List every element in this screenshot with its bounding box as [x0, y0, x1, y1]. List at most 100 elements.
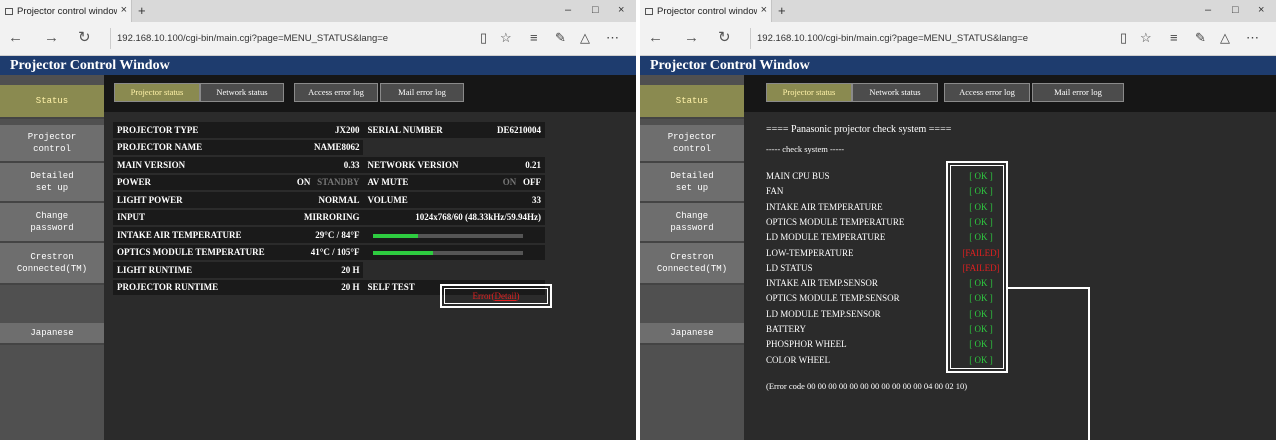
projector-name-label: PROJECTOR NAME: [113, 138, 286, 157]
back-icon[interactable]: ←: [8, 29, 23, 47]
self-test-highlight: Error(Detail): [440, 284, 552, 308]
self-test-detail-link[interactable]: Detail: [495, 291, 517, 301]
sidebar-item-detailed-set-up[interactable]: Detailed set up: [640, 163, 744, 203]
back-icon[interactable]: ←: [648, 29, 663, 47]
page-title: Projector Control Window: [0, 56, 636, 75]
tab-mail-error-log[interactable]: Mail error log: [1032, 83, 1124, 102]
tab-access-error-log[interactable]: Access error log: [294, 83, 378, 102]
sidebar-item-projector-control[interactable]: Projector control: [0, 125, 104, 163]
new-tab-button[interactable]: +: [138, 3, 146, 18]
light-runtime-label: LIGHT RUNTIME: [113, 261, 286, 280]
minimize-icon[interactable]: –: [565, 4, 571, 16]
check-system-title: ==== Panasonic projector check system ==…: [766, 124, 952, 135]
projector-runtime-value: 20 H: [285, 278, 364, 297]
browser-tab[interactable]: Projector control window ×: [0, 0, 132, 22]
sidebar-item-detailed-set-up[interactable]: Detailed set up: [0, 163, 104, 203]
table-row: INPUT MIRRORING 1024x768/60 (48.33kHz/59…: [113, 208, 545, 227]
check-item-name: PHOSPHOR WHEEL: [766, 339, 847, 350]
projector-runtime-label: PROJECTOR RUNTIME: [113, 278, 286, 297]
sidebar-item-japanese[interactable]: Japanese: [0, 323, 104, 345]
minimize-icon[interactable]: –: [1205, 4, 1211, 16]
check-item-name: INTAKE AIR TEMPERATURE: [766, 201, 883, 212]
more-icon[interactable]: ⋯: [606, 30, 619, 46]
address-bar[interactable]: 192.168.10.100/cgi-bin/main.cgi?page=MEN…: [750, 28, 1107, 49]
sidebar-item-change-password[interactable]: Change password: [0, 203, 104, 243]
network-version-label: NETWORK VERSION: [363, 156, 483, 175]
check-results-highlight: [946, 161, 1008, 373]
callout-line: [1088, 287, 1090, 440]
table-row: PROJECTOR NAME NAME8062: [113, 138, 545, 157]
check-item-name: LOW-TEMPERATURE: [766, 247, 854, 258]
sidebar-item-label: Projector control: [27, 132, 77, 154]
sidebar: Status Projector control Detailed set up…: [0, 75, 104, 440]
table-row: PROJECTOR TYPE JX200 SERIAL NUMBER DE621…: [113, 122, 545, 140]
close-tab-icon[interactable]: ×: [121, 4, 127, 16]
serial-number-value: DE6210004: [482, 122, 545, 140]
forward-icon[interactable]: →: [684, 29, 699, 47]
sidebar-item-status[interactable]: Status: [640, 85, 744, 119]
sidebar-item-status[interactable]: Status: [0, 85, 104, 119]
nav-bar: ← → ↻ 192.168.10.100/cgi-bin/main.cgi?pa…: [0, 22, 636, 56]
tab-network-status[interactable]: Network status: [852, 83, 938, 102]
address-bar[interactable]: 192.168.10.100/cgi-bin/main.cgi?page=MEN…: [110, 28, 467, 49]
reading-view-icon[interactable]: ▯: [480, 30, 487, 46]
tab-network-status[interactable]: Network status: [200, 83, 284, 102]
new-tab-button[interactable]: +: [778, 3, 786, 18]
table-row: INTAKE AIR TEMPERATURE 29°C / 84°F: [113, 226, 545, 245]
av-mute-on: ON: [502, 177, 517, 188]
hub-icon[interactable]: ≡: [1170, 30, 1178, 45]
refresh-icon[interactable]: ↻: [78, 29, 91, 47]
tab-access-error-log[interactable]: Access error log: [944, 83, 1030, 102]
sidebar-item-label: Detailed set up: [30, 171, 74, 193]
sidebar-item-label: Crestron Connected(TM): [656, 252, 728, 274]
close-window-icon[interactable]: ×: [1258, 4, 1264, 16]
tab-projector-status[interactable]: Projector status: [766, 83, 852, 102]
browser-tab[interactable]: Projector control window ×: [640, 0, 772, 22]
more-icon[interactable]: ⋯: [1246, 30, 1259, 46]
web-note-icon[interactable]: ✎: [555, 30, 566, 46]
volume-label: VOLUME: [363, 191, 483, 210]
favorite-star-icon[interactable]: ☆: [1140, 30, 1152, 46]
intake-temp-bar: [373, 233, 524, 238]
sidebar-item-japanese[interactable]: Japanese: [640, 323, 744, 345]
browser-tab-title: Projector control window: [657, 5, 757, 17]
share-icon[interactable]: △: [1220, 30, 1230, 46]
sidebar-item-crestron[interactable]: Crestron Connected(TM): [640, 243, 744, 285]
volume-value: 33: [482, 191, 545, 210]
optics-temp-label: OPTICS MODULE TEMPERATURE: [113, 243, 286, 262]
browser-tab-title: Projector control window: [17, 5, 117, 17]
share-icon[interactable]: △: [580, 30, 590, 46]
main-version-value: 0.33: [285, 156, 364, 175]
optics-temp-bar: [373, 251, 524, 256]
sidebar-item-crestron[interactable]: Crestron Connected(TM): [0, 243, 104, 285]
self-test-error-close: ): [516, 291, 520, 301]
tab-mail-error-log[interactable]: Mail error log: [380, 83, 464, 102]
serial-number-label: SERIAL NUMBER: [363, 122, 483, 140]
status-table: PROJECTOR TYPE JX200 SERIAL NUMBER DE621…: [113, 122, 545, 297]
table-row: OPTICS MODULE TEMPERATURE 41°C / 105°F: [113, 243, 545, 262]
tab-bar: Projector control window × + – □ ×: [640, 0, 1276, 22]
sidebar-item-label: Crestron Connected(TM): [16, 252, 88, 274]
maximize-icon[interactable]: □: [1232, 4, 1239, 16]
close-window-icon[interactable]: ×: [618, 4, 624, 16]
check-item-name: MAIN CPU BUS: [766, 171, 830, 181]
sidebar-item-label: Change password: [670, 211, 714, 233]
light-power-label: LIGHT POWER: [113, 191, 286, 210]
optics-temp-value: 41°C / 105°F: [285, 243, 364, 262]
favorite-star-icon[interactable]: ☆: [500, 30, 512, 46]
check-system-subtitle: ----- check system -----: [766, 144, 845, 154]
reading-view-icon[interactable]: ▯: [1120, 30, 1127, 46]
forward-icon[interactable]: →: [44, 29, 59, 47]
sidebar-item-projector-control[interactable]: Projector control: [640, 125, 744, 163]
sidebar: Status Projector control Detailed set up…: [640, 75, 744, 440]
hub-icon[interactable]: ≡: [530, 30, 538, 45]
web-note-icon[interactable]: ✎: [1195, 30, 1206, 46]
close-tab-icon[interactable]: ×: [761, 4, 767, 16]
callout-line: [1008, 287, 1090, 289]
tab-projector-status[interactable]: Projector status: [114, 83, 200, 102]
refresh-icon[interactable]: ↻: [718, 29, 731, 47]
check-item-name: FAN: [766, 186, 784, 197]
sidebar-item-change-password[interactable]: Change password: [640, 203, 744, 243]
maximize-icon[interactable]: □: [592, 4, 599, 16]
check-item-name: LD MODULE TEMP.SENSOR: [766, 308, 881, 319]
